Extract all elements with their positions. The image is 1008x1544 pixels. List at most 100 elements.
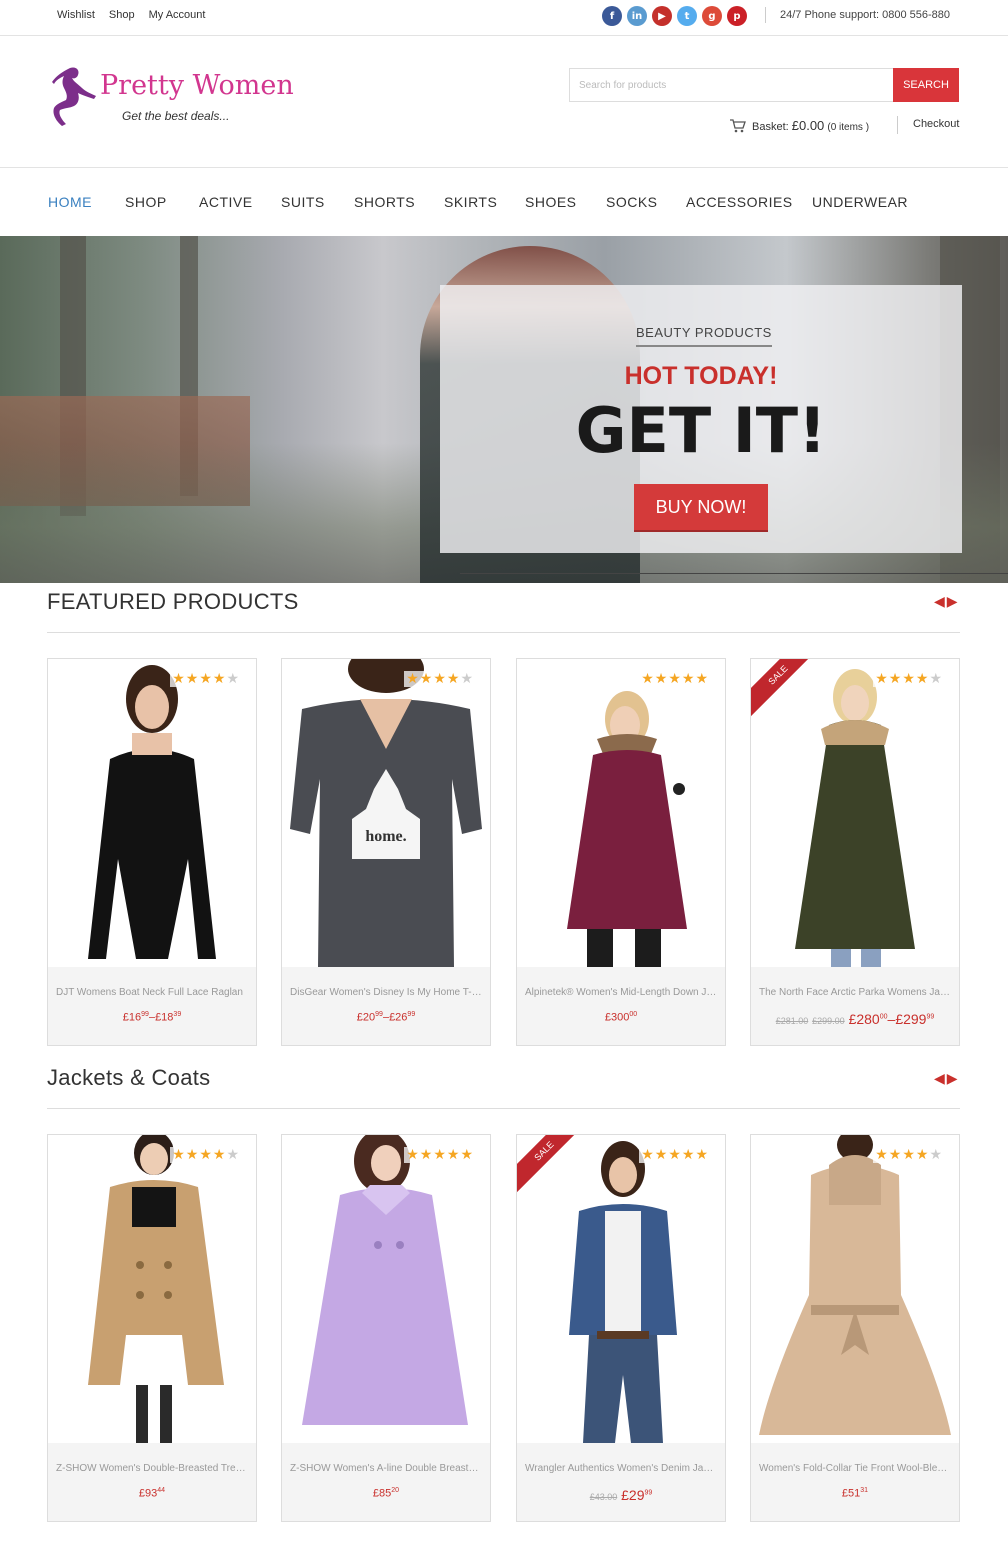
product-image[interactable] <box>48 659 256 967</box>
hero-headline: HOT TODAY! <box>624 362 778 390</box>
linkedin-icon[interactable]: in <box>627 6 647 26</box>
product-price: £8520 <box>282 1487 490 1500</box>
nav-skirts[interactable]: SKIRTS <box>444 194 497 210</box>
product-image[interactable] <box>282 1135 490 1443</box>
product-card[interactable]: ★★★★★ Women's Fold-Collar Tie Front Wool… <box>750 1134 960 1522</box>
product-photo <box>88 1135 224 1443</box>
top-bar: Wishlist Shop My Account f in ▶ t g p 24… <box>0 0 1008 36</box>
shop-link[interactable]: Shop <box>109 9 135 21</box>
svg-text:home.: home. <box>365 828 406 845</box>
price-main: £51 <box>841 1487 861 1500</box>
price-cents: 99 <box>407 1011 416 1018</box>
product-card[interactable]: ★★★★★ Z-SHOW Women's Double-Breasted Tre… <box>47 1134 257 1522</box>
product-info: DisGear Women's Disney Is My Home T-Shir… <box>282 967 490 1045</box>
rating-stars: ★★★★★ <box>873 1147 945 1163</box>
product-name[interactable]: Women's Fold-Collar Tie Front Wool-Blend… <box>759 1463 951 1474</box>
product-info: Women's Fold-Collar Tie Front Wool-Blend… <box>751 1443 959 1521</box>
section-divider <box>47 632 960 633</box>
product-price: £30000 <box>517 1011 725 1024</box>
product-image[interactable] <box>751 1135 959 1443</box>
divider <box>897 116 898 134</box>
youtube-icon[interactable]: ▶ <box>652 6 672 26</box>
price-cents: 99 <box>926 1013 935 1021</box>
product-photo <box>759 1135 951 1435</box>
rating-stars: ★★★★★ <box>639 1147 711 1163</box>
pinterest-icon[interactable]: p <box>727 6 747 26</box>
product-card[interactable]: ★★★★★ Alpinetek® Women's Mid-Length Down… <box>516 658 726 1046</box>
price-cents: 44 <box>157 1487 166 1494</box>
nav-shop[interactable]: SHOP <box>125 194 167 210</box>
nav-home[interactable]: HOME <box>48 194 92 210</box>
price-cents: 31 <box>860 1487 869 1494</box>
basket-label: Basket: <box>752 121 789 133</box>
buy-now-button[interactable]: BUY NOW! <box>634 484 768 530</box>
rating-stars: ★★★★★ <box>170 671 242 687</box>
wishlist-link[interactable]: Wishlist <box>57 9 95 21</box>
product-price: £1699–£1839 <box>48 1011 256 1024</box>
top-links: Wishlist Shop My Account <box>57 9 205 21</box>
basket-amount: £0.00 <box>791 118 825 133</box>
googleplus-icon[interactable]: g <box>702 6 722 26</box>
product-price: £43.00 £2999 <box>517 1487 725 1503</box>
nav-suits[interactable]: SUITS <box>281 194 325 210</box>
product-photo <box>88 665 216 959</box>
product-image[interactable] <box>517 659 725 967</box>
main-nav: HOME SHOP ACTIVE SUITS SHORTS SKIRTS SHO… <box>0 168 1008 236</box>
nav-shorts[interactable]: SHORTS <box>354 194 415 210</box>
price-main: £300 <box>604 1011 630 1024</box>
nav-socks[interactable]: SOCKS <box>606 194 658 210</box>
product-name[interactable]: Wrangler Authentics Women's Denim Jacket <box>525 1463 717 1474</box>
checkout-link[interactable]: Checkout <box>913 118 959 130</box>
price-cents: 39 <box>173 1011 182 1018</box>
price-main: £18 <box>155 1011 174 1024</box>
product-card[interactable]: ★★★★★ DJT Womens Boat Neck Full Lace Rag… <box>47 658 257 1046</box>
product-image[interactable] <box>48 1135 256 1443</box>
rating-stars: ★★★★★ <box>404 671 476 687</box>
section-divider <box>47 1108 960 1109</box>
nav-underwear[interactable]: UNDERWEAR <box>812 194 908 210</box>
cart-icon[interactable] <box>730 119 746 133</box>
social-links: f in ▶ t g p <box>602 6 747 26</box>
my-account-link[interactable]: My Account <box>149 9 206 21</box>
product-name[interactable]: The North Face Arctic Parka Womens Jacke… <box>759 987 951 998</box>
arrow-right-icon[interactable]: ▶ <box>947 1071 958 1087</box>
product-photo <box>569 1141 677 1443</box>
product-image[interactable] <box>751 659 959 967</box>
logo-silhouette-icon[interactable] <box>48 66 98 128</box>
product-name[interactable]: DJT Womens Boat Neck Full Lace Raglan <box>56 987 248 998</box>
section-title-jackets: Jackets & Coats <box>47 1065 211 1090</box>
price-main: £280 <box>848 1011 880 1027</box>
logo-tagline: Get the best deals... <box>122 109 230 123</box>
product-name[interactable]: Z-SHOW Women's A-line Double Breasted Co… <box>290 1463 482 1474</box>
facebook-icon[interactable]: f <box>602 6 622 26</box>
product-photo <box>567 691 687 967</box>
twitter-icon[interactable]: t <box>677 6 697 26</box>
search-input[interactable] <box>569 68 894 102</box>
product-name[interactable]: Z-SHOW Women's Double-Breasted Trench Co… <box>56 1463 248 1474</box>
product-info: The North Face Arctic Parka Womens Jacke… <box>751 967 959 1045</box>
product-photo <box>302 1135 468 1425</box>
product-card[interactable]: SALE ★★★★★ Wrangler Authentics Women's D… <box>516 1134 726 1522</box>
arrow-left-icon[interactable]: ◀ <box>934 594 945 610</box>
featured-carousel-arrows: ◀ ▶ <box>934 594 958 610</box>
price-cents: 99 <box>375 1011 383 1018</box>
basket-summary[interactable]: Basket: £0.00 (0 items ) <box>752 118 869 133</box>
product-card[interactable]: SALE ★★★★★ The North Face Arctic Parka W… <box>750 658 960 1046</box>
nav-shoes[interactable]: SHOES <box>525 194 577 210</box>
product-card[interactable]: home. ★★★★★ DisGear Women's Disney Is My… <box>281 658 491 1046</box>
arrow-right-icon[interactable]: ▶ <box>947 594 958 610</box>
product-name[interactable]: DisGear Women's Disney Is My Home T-Shir… <box>290 987 482 998</box>
product-image[interactable] <box>517 1135 725 1443</box>
price-cents: 99 <box>141 1011 149 1018</box>
product-image[interactable]: home. <box>282 659 490 967</box>
nav-accessories[interactable]: ACCESSORIES <box>686 194 793 210</box>
hero-divider <box>460 573 1008 574</box>
arrow-left-icon[interactable]: ◀ <box>934 1071 945 1087</box>
price-cents: 00 <box>629 1011 638 1018</box>
search-button[interactable]: SEARCH <box>893 68 959 102</box>
product-card[interactable]: ★★★★★ Z-SHOW Women's A-line Double Breas… <box>281 1134 491 1522</box>
price-main: £29 <box>621 1487 645 1503</box>
nav-active[interactable]: ACTIVE <box>199 194 253 210</box>
logo-title[interactable]: Pretty Women <box>100 70 294 101</box>
product-name[interactable]: Alpinetek® Women's Mid-Length Down Jacke… <box>525 987 717 998</box>
